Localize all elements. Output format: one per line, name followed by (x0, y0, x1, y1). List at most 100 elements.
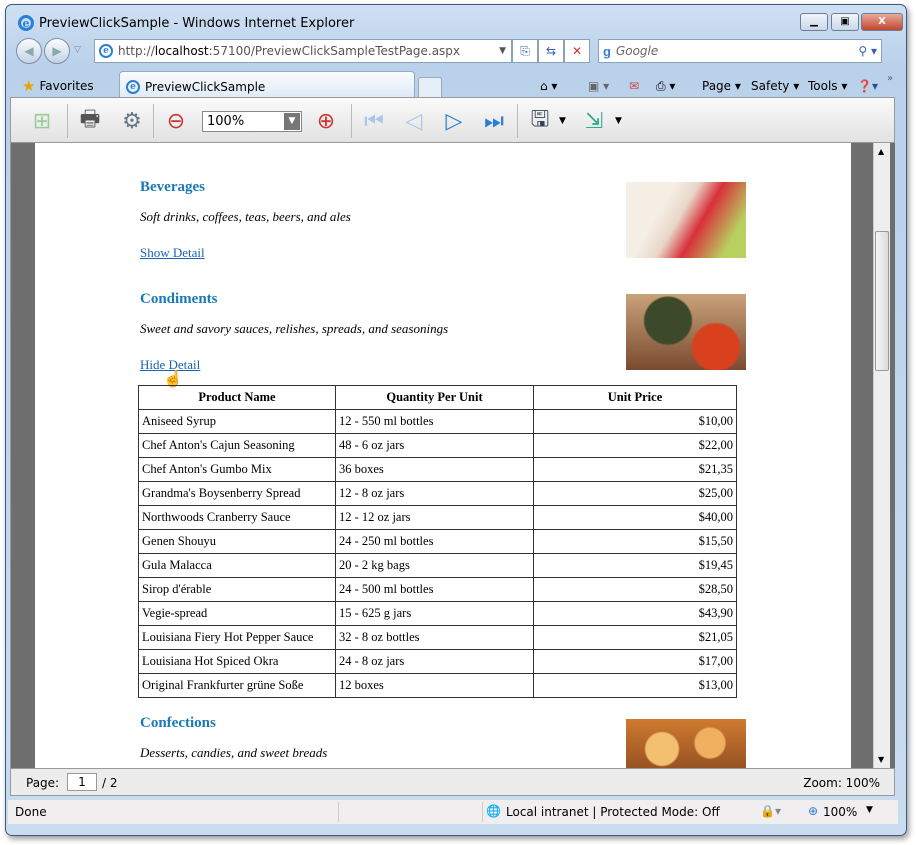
export-button[interactable]: ⇲ (577, 104, 611, 138)
search-icon[interactable]: ⚲ ▾ (858, 44, 877, 58)
unit-price-cell: $10,00 (533, 409, 737, 434)
page-icon: e (99, 44, 113, 58)
zoom-icon[interactable]: ⊕ (808, 804, 818, 818)
tools-menu[interactable]: Tools ▾ (808, 79, 847, 93)
tab-label: PreviewClickSample (145, 79, 266, 94)
zoom-select[interactable]: 100% ▼ (202, 111, 302, 132)
back-button[interactable]: ◀ (16, 38, 42, 64)
vertical-scrollbar[interactable]: ▲ ▼ (873, 143, 890, 768)
quantity-per-unit-cell: 36 boxes (335, 457, 534, 482)
beverages-image (626, 182, 746, 258)
address-dropdown-icon[interactable]: ▼ (499, 46, 506, 56)
separator (351, 104, 352, 138)
ie-icon: e (18, 15, 34, 31)
product-name-cell: Genen Shouyu (138, 529, 336, 554)
page-status-bar: Page: 1 / 2 Zoom: 100% (10, 768, 895, 796)
condiments-image (626, 294, 746, 370)
product-name-cell: Chef Anton's Gumbo Mix (138, 457, 336, 482)
star-icon: ★ (22, 77, 36, 95)
quantity-per-unit-cell: 12 boxes (335, 673, 534, 698)
window-title: PreviewClickSample - Windows Internet Ex… (39, 15, 355, 31)
search-placeholder: Google (615, 44, 659, 58)
page-menu[interactable]: Page ▾ (702, 79, 741, 93)
minimize-button[interactable]: ▁ (800, 13, 828, 31)
favorites-label: Favorites (39, 79, 94, 93)
last-page-button[interactable]: ⏭ (477, 104, 511, 138)
stop-button[interactable]: ✕ (564, 39, 590, 63)
page-number-input[interactable]: 1 (67, 773, 97, 791)
unit-price-cell: $28,50 (533, 577, 737, 602)
product-name-cell: Northwoods Cranberry Sauce (138, 505, 336, 530)
close-button[interactable]: X (861, 13, 903, 31)
quantity-per-unit-cell: 32 - 8 oz bottles (335, 625, 534, 650)
history-dropdown-icon[interactable]: ▽ (74, 45, 81, 55)
table-row: Sirop d'érable 24 - 500 ml bottles $28,50 (138, 577, 737, 602)
zoom-value: 100% (207, 114, 245, 129)
table-row: Northwoods Cranberry Sauce 12 - 12 oz jar… (138, 505, 737, 530)
page-setup-button[interactable]: ⚙ (115, 104, 149, 138)
page-label: Page: (26, 776, 60, 790)
save-dropdown-icon[interactable]: ▼ (559, 116, 566, 126)
category-name: Confections (140, 715, 216, 731)
compatibility-view-button[interactable]: ⎘ (512, 39, 538, 63)
scroll-thumb[interactable] (875, 231, 889, 371)
product-name-cell: Original Frankfurter grüne Soße (138, 673, 336, 698)
table-header-row: Product Name Quantity Per Unit Unit Pric… (138, 385, 737, 410)
mail-icon[interactable]: ✉ (629, 79, 639, 93)
search-input[interactable]: g Google ⚲ ▾ (598, 39, 882, 63)
table-row: Grandma's Boysenberry Spread 12 - 8 oz ja… (138, 481, 737, 506)
zoom-dropdown-icon[interactable]: ▼ (284, 113, 300, 130)
separator (67, 104, 68, 138)
zoom-out-button[interactable]: ⊖ (159, 104, 193, 138)
status-panes (338, 802, 483, 822)
table-row: Gula Malacca 20 - 2 kg bags $19,45 (138, 553, 737, 578)
product-name-cell: Gula Malacca (138, 553, 336, 578)
unit-price-cell: $21,05 (533, 625, 737, 650)
show-detail-link[interactable]: Show Detail (140, 245, 205, 261)
print-icon[interactable]: ⎙ ▾ (656, 79, 675, 94)
unit-price-cell: $22,00 (533, 433, 737, 458)
quantity-per-unit-cell: 24 - 500 ml bottles (335, 577, 534, 602)
quantity-per-unit-cell: 15 - 625 g jars (335, 601, 534, 626)
safety-menu[interactable]: Safety ▾ (751, 79, 799, 93)
print-button[interactable]: 🖶 (73, 104, 107, 138)
table-row: Original Frankfurter grüne Soße 12 boxes $… (138, 673, 737, 698)
export-dropdown-icon[interactable]: ▼ (615, 116, 622, 126)
more-icon[interactable]: » (887, 73, 893, 84)
next-page-button[interactable]: ▷ (437, 104, 471, 138)
maximize-button[interactable]: ▣ (831, 13, 859, 31)
security-zone[interactable]: Local intranet | Protected Mode: Off (506, 805, 720, 819)
category-name: Beverages (140, 179, 205, 195)
zoom-in-button[interactable]: ⊕ (309, 104, 343, 138)
category-name: Condiments (140, 291, 218, 307)
scroll-up-icon[interactable]: ▲ (878, 147, 884, 156)
protected-mode-icon[interactable]: 🔒▾ (760, 804, 781, 818)
product-name-cell: Vegie-spread (138, 601, 336, 626)
product-name-cell: Louisiana Hot Spiced Okra (138, 649, 336, 674)
save-button[interactable]: 🖫 (523, 104, 557, 138)
product-name-cell: Louisiana Fiery Hot Pepper Sauce (138, 625, 336, 650)
quantity-per-unit-cell: 12 - 12 oz jars (335, 505, 534, 530)
forward-button[interactable]: ▶ (44, 38, 70, 64)
previous-page-button[interactable]: ◁ (397, 104, 431, 138)
address-bar[interactable]: e http://localhost:57100/PreviewClickSamp… (94, 39, 512, 63)
home-icon[interactable]: ⌂ ▾ (540, 79, 557, 93)
product-name-cell: Chef Anton's Cajun Seasoning (138, 433, 336, 458)
zoom-dropdown-icon[interactable]: ▼ (866, 805, 873, 815)
product-name-cell: Aniseed Syrup (138, 409, 336, 434)
first-page-button[interactable]: ⏮ (357, 104, 391, 138)
table-row: Chef Anton's Gumbo Mix 36 boxes $21,35 (138, 457, 737, 482)
category-description: Desserts, candies, and sweet breads (140, 745, 328, 760)
document-map-icon[interactable]: ⊞ (25, 104, 59, 138)
refresh-button[interactable]: ⇆ (538, 39, 564, 63)
report-toolbar: ⊞ 🖶 ⚙ ⊖ 100% ▼ ⊕ ⏮ ◁ ▷ ⏭ 🖫 ▼ ⇲ ▼ (10, 97, 895, 143)
feeds-icon[interactable]: ▣ ▾ (588, 79, 609, 93)
scroll-down-icon[interactable]: ▼ (878, 755, 884, 764)
favorites-button[interactable]: ★ Favorites (22, 77, 94, 95)
help-icon[interactable]: ❓▾ (857, 79, 878, 93)
status-zoom[interactable]: 100% (823, 805, 857, 819)
unit-price-cell: $15,50 (533, 529, 737, 554)
unit-price-cell: $17,00 (533, 649, 737, 674)
products-table: Product Name Quantity Per Unit Unit Pric… (138, 385, 737, 698)
table-row: Louisiana Fiery Hot Pepper Sauce 32 - 8 o… (138, 625, 737, 650)
